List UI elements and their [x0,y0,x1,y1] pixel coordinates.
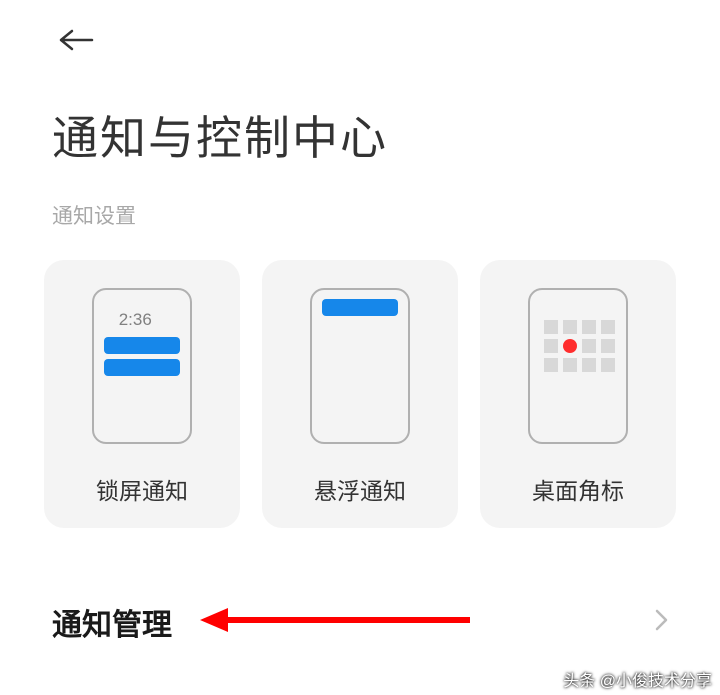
floating-notification-card[interactable]: 悬浮通知 [262,260,458,528]
section-label: 通知设置 [52,200,136,230]
card-label: 桌面角标 [532,472,624,506]
list-item-label: 通知管理 [52,600,172,644]
badge-preview-icon [528,288,628,444]
page-title: 通知与控制中心 [52,102,388,168]
notification-management-item[interactable]: 通知管理 [52,600,668,644]
lock-screen-preview-icon: 2:36 [92,288,192,444]
card-label: 锁屏通知 [96,472,188,506]
floating-preview-icon [310,288,410,444]
back-arrow-icon [58,28,94,52]
preview-clock: 2:36 [119,310,152,330]
notification-type-cards: 2:36 锁屏通知 悬浮通知 桌面角标 [44,260,676,528]
chevron-right-icon [655,609,668,636]
desktop-badge-card[interactable]: 桌面角标 [480,260,676,528]
back-button[interactable] [58,28,94,57]
watermark: 头条 @小俊技术分享 [539,667,712,691]
lock-screen-notification-card[interactable]: 2:36 锁屏通知 [44,260,240,528]
card-label: 悬浮通知 [314,472,406,506]
